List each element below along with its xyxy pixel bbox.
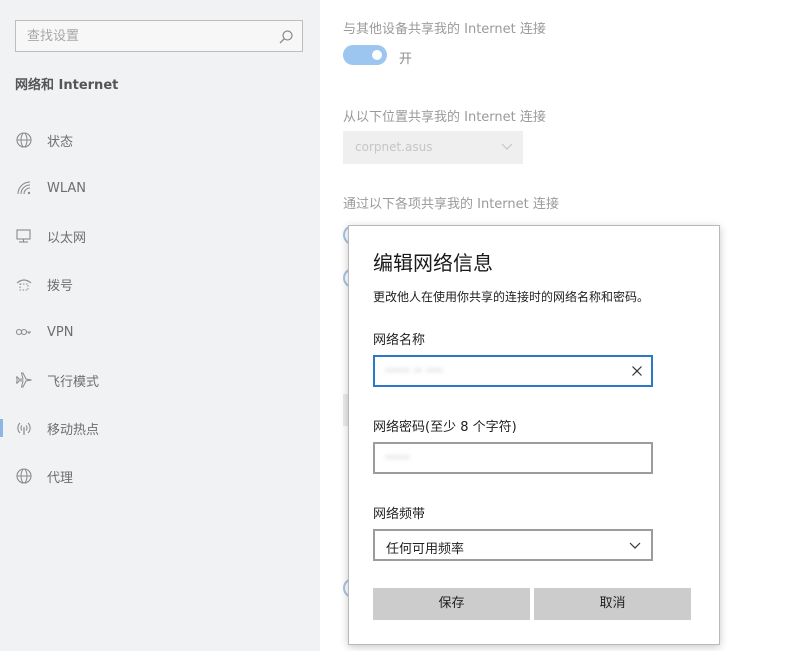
sidebar-item-wlan[interactable]: WLAN xyxy=(0,168,320,208)
network-name-field[interactable] xyxy=(373,355,653,387)
search-icon[interactable] xyxy=(278,29,294,45)
sidebar-item-label: WLAN xyxy=(47,180,87,196)
sidebar-item-vpn[interactable]: VPN xyxy=(0,312,320,352)
network-name-input[interactable] xyxy=(375,357,651,385)
vpn-icon xyxy=(15,328,31,336)
sidebar-item-proxy[interactable]: 代理 xyxy=(0,456,320,496)
share-from-label: 从以下位置共享我的 Internet 连接 xyxy=(343,110,546,125)
sidebar-item-airplane-mode[interactable]: 飞行模式 xyxy=(0,360,320,400)
search-input[interactable] xyxy=(16,21,302,51)
network-password-label: 网络密码(至少 8 个字符) xyxy=(373,420,517,435)
wifi-icon xyxy=(17,181,31,195)
save-button[interactable]: 保存 xyxy=(373,588,530,620)
sidebar-item-label: 飞行模式 xyxy=(47,374,100,390)
sidebar: 网络和 Internet 状态 WLAN 以太网 拨号 xyxy=(0,0,320,651)
globe-status-icon xyxy=(16,132,32,148)
share-toggle[interactable] xyxy=(343,45,387,65)
sidebar-item-ethernet[interactable]: 以太网 xyxy=(0,216,320,256)
sidebar-item-label: VPN xyxy=(47,324,74,340)
sidebar-item-label: 移动热点 xyxy=(47,422,100,438)
sidebar-item-mobile-hotspot[interactable]: 移动热点 xyxy=(0,408,320,448)
airplane-icon xyxy=(15,372,32,388)
share-from-value: corpnet.asus xyxy=(355,140,433,154)
dialog-description: 更改他人在使用你共享的连接时的网络名称和密码。 xyxy=(373,290,650,304)
network-name-label: 网络名称 xyxy=(373,333,426,348)
network-password-input[interactable] xyxy=(375,444,651,472)
chevron-down-icon xyxy=(501,143,513,150)
ethernet-icon xyxy=(16,229,31,243)
dialog-title: 编辑网络信息 xyxy=(373,251,493,275)
network-password-field[interactable] xyxy=(373,442,653,474)
section-title: 网络和 Internet xyxy=(15,78,119,93)
globe-proxy-icon xyxy=(16,468,32,484)
sidebar-item-label: 代理 xyxy=(47,470,74,486)
sidebar-item-label: 状态 xyxy=(47,134,74,150)
search-box[interactable] xyxy=(15,20,303,52)
toggle-knob xyxy=(372,50,382,60)
sidebar-item-dialup[interactable]: 拨号 xyxy=(0,264,320,304)
sidebar-item-label: 以太网 xyxy=(47,230,87,246)
edit-network-dialog: 编辑网络信息 更改他人在使用你共享的连接时的网络名称和密码。 网络名称 网络密码… xyxy=(348,225,720,645)
sidebar-item-label: 拨号 xyxy=(47,278,74,294)
toggle-state-label: 开 xyxy=(399,52,413,67)
share-label: 与其他设备共享我的 Internet 连接 xyxy=(343,22,546,37)
band-label: 网络频带 xyxy=(373,507,426,522)
share-from-select[interactable]: corpnet.asus xyxy=(343,131,523,164)
chevron-down-icon xyxy=(629,542,641,549)
hotspot-icon xyxy=(17,422,31,435)
band-select[interactable]: 任何可用频率 xyxy=(373,529,653,561)
dialup-icon xyxy=(16,279,32,291)
cancel-button[interactable]: 取消 xyxy=(534,588,691,620)
share-over-label: 通过以下各项共享我的 Internet 连接 xyxy=(343,197,559,212)
band-select-value: 任何可用频率 xyxy=(386,542,465,557)
sidebar-item-status[interactable]: 状态 xyxy=(0,120,320,160)
clear-icon[interactable] xyxy=(631,365,643,377)
